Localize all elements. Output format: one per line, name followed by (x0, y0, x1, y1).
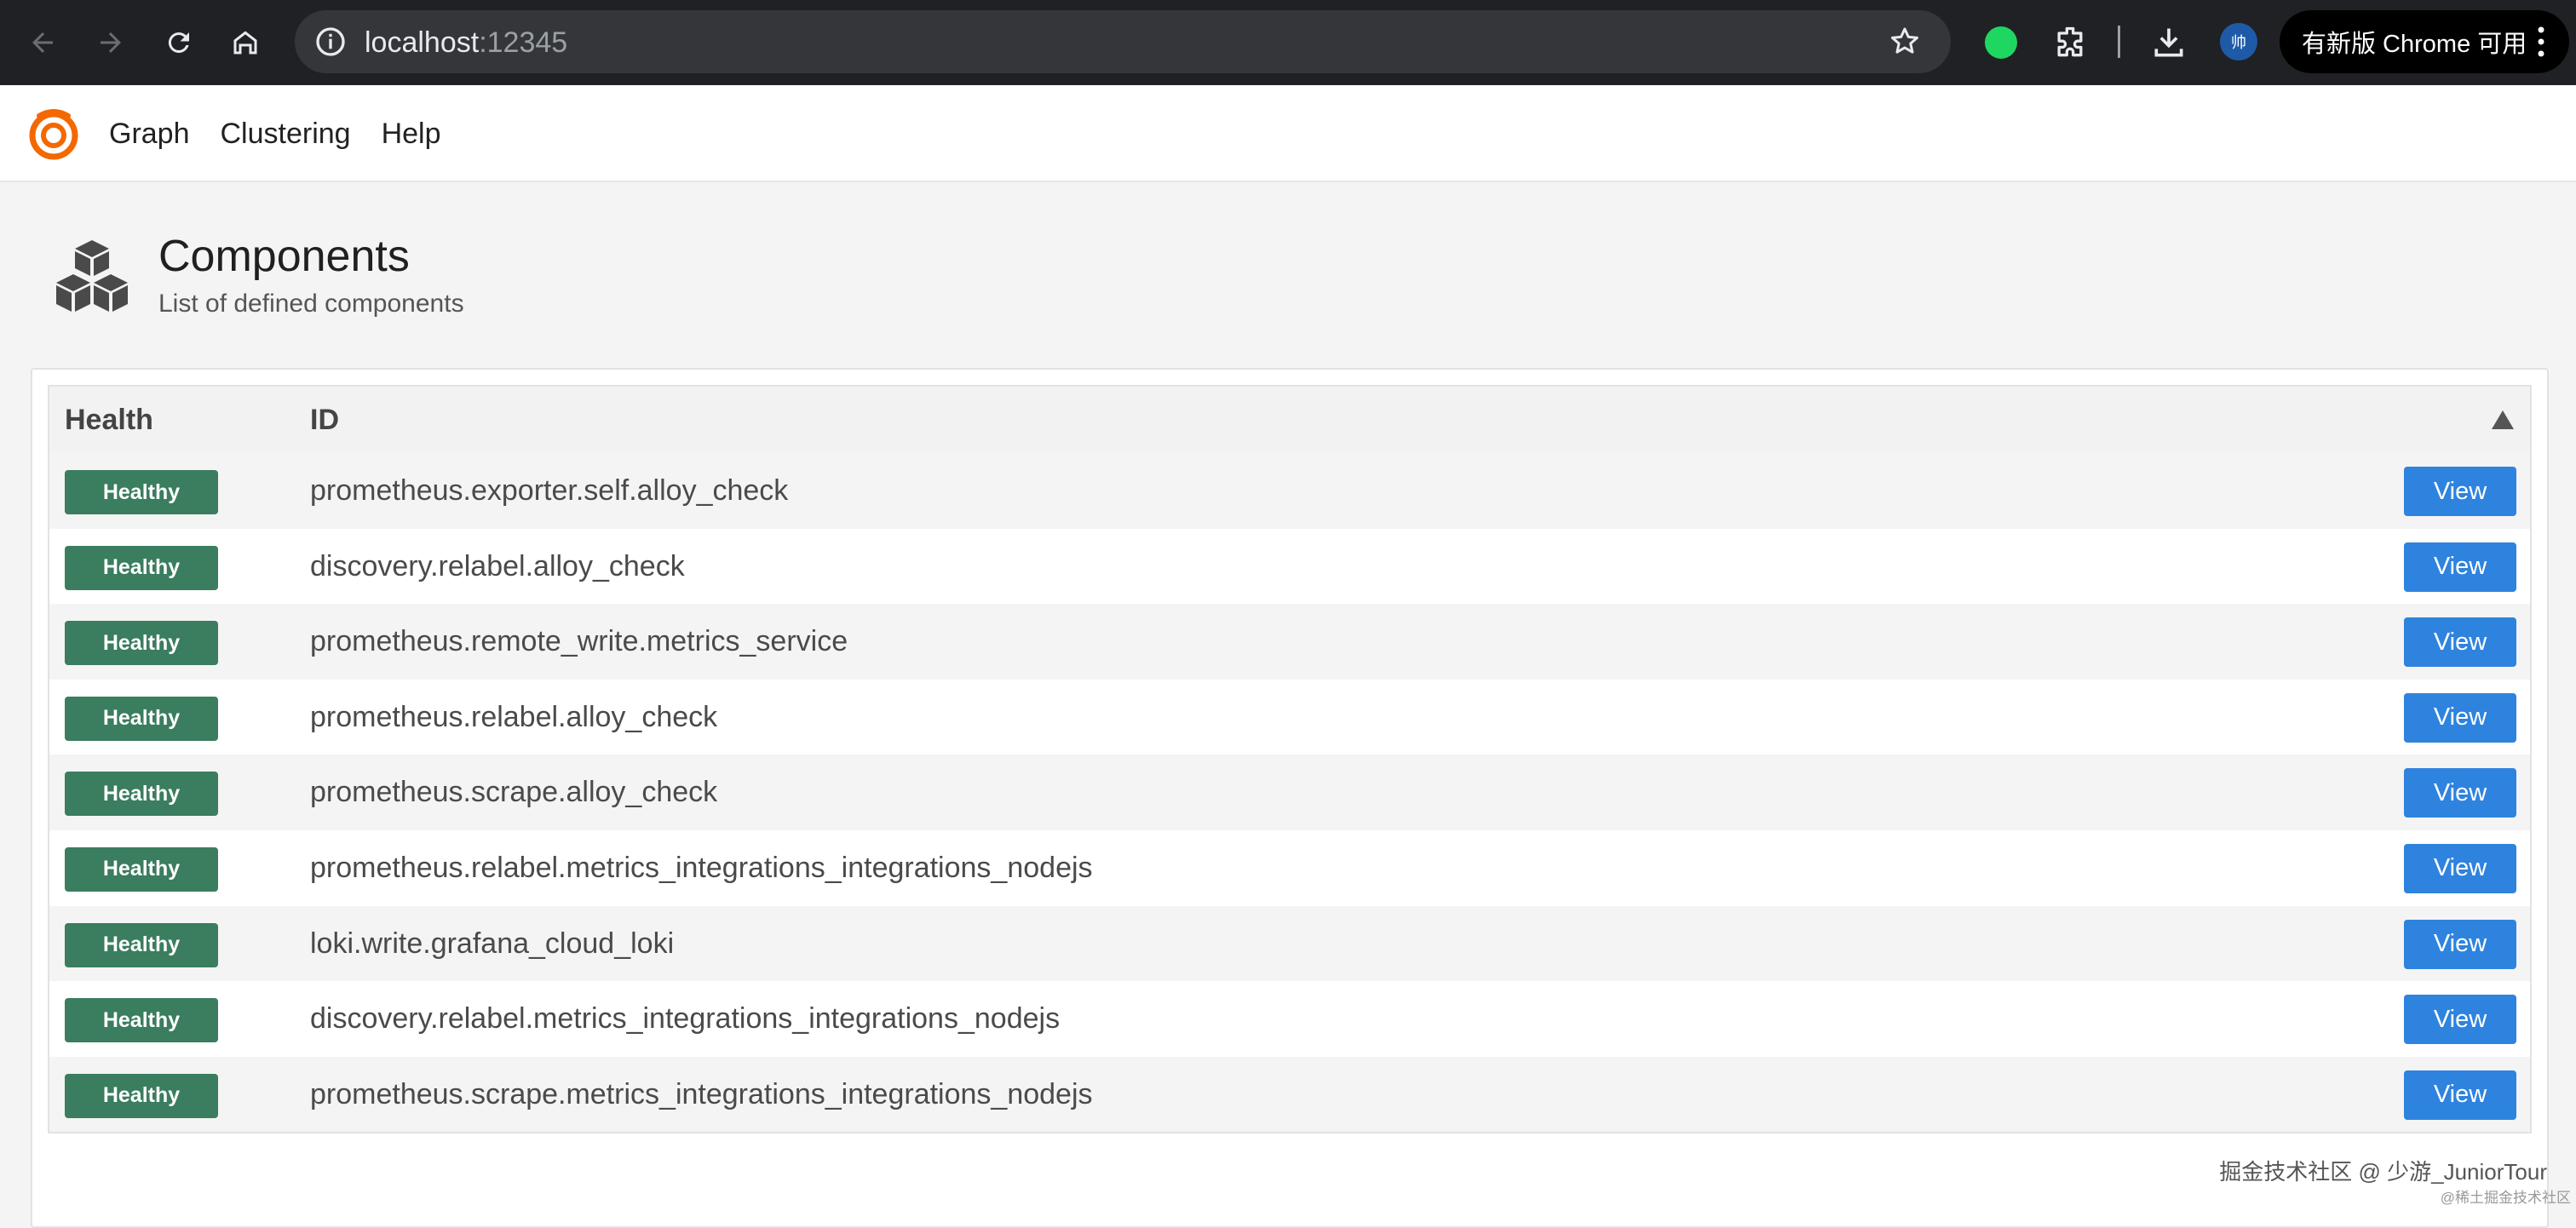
reload-icon (168, 32, 189, 54)
view-button[interactable]: View (2404, 617, 2516, 668)
home-button[interactable] (225, 22, 266, 63)
component-id: loki.write.grafana_cloud_loki (310, 927, 675, 960)
arrow-right-icon (101, 32, 121, 53)
table-row: Healthy prometheus.exporter.self.alloy_ch… (49, 453, 2530, 529)
reload-button[interactable] (158, 22, 199, 63)
view-button[interactable]: View (2404, 995, 2516, 1045)
url-host: localhost (365, 26, 480, 59)
page-subtitle: List of defined components (158, 290, 464, 318)
view-button[interactable]: View (2404, 1070, 2516, 1120)
column-id[interactable]: ID (310, 387, 339, 453)
alloy-logo-icon[interactable] (27, 107, 80, 160)
watermark-sub: @稀土掘金技术社区 (2440, 1190, 2571, 1206)
url-text[interactable]: localhost:12345 (365, 26, 567, 60)
health-badge: Healthy (65, 846, 218, 892)
table-row: Healthy prometheus.remote_write.metrics_s… (49, 604, 2530, 680)
extensions-puzzle-icon[interactable] (2051, 24, 2089, 61)
table-row: Healthy prometheus.relabel.metrics_integr… (49, 829, 2530, 906)
arrow-left-icon (32, 32, 53, 53)
app-header: Graph Clustering Help (0, 85, 2576, 182)
extension-status-icon[interactable] (1985, 26, 2017, 59)
app-nav: Graph Clustering Help (109, 85, 441, 182)
table-row: Healthy prometheus.relabel.alloy_check Vie… (49, 679, 2530, 755)
component-id: prometheus.relabel.alloy_check (310, 700, 718, 733)
site-info-icon[interactable] (313, 25, 348, 59)
view-button[interactable]: View (2404, 768, 2516, 818)
nav-graph[interactable]: Graph (109, 118, 190, 151)
column-health[interactable]: Health (65, 387, 153, 453)
component-id: prometheus.exporter.self.alloy_check (310, 474, 789, 507)
components-table: Health ID Healthy prometheus.exporter.sel… (48, 385, 2532, 1134)
bookmark-star-icon[interactable] (1888, 25, 1922, 59)
profile-avatar[interactable]: 帅 (2220, 23, 2257, 60)
forward-button[interactable] (90, 22, 131, 63)
chrome-update-button[interactable]: 有新版 Chrome 可用 (2280, 10, 2569, 73)
watermark: 掘金技术社区 @ 少游_JuniorTour (2219, 1159, 2547, 1185)
table-row: Healthy discovery.relabel.alloy_check View (49, 528, 2530, 605)
view-button[interactable]: View (2404, 692, 2516, 743)
download-icon[interactable] (2150, 24, 2188, 61)
component-id: discovery.relabel.alloy_check (310, 549, 685, 582)
view-button[interactable]: View (2404, 919, 2516, 969)
component-id: prometheus.relabel.metrics_integrations_… (310, 851, 1093, 884)
table-body: Healthy prometheus.exporter.self.alloy_ch… (49, 453, 2530, 1133)
page-title: Components (158, 232, 410, 281)
nav-clustering[interactable]: Clustering (221, 118, 351, 151)
cubes-icon (56, 240, 128, 312)
component-id: prometheus.scrape.alloy_check (310, 776, 718, 809)
view-button[interactable]: View (2404, 467, 2516, 516)
table-row: Healthy prometheus.scrape.metrics_integra… (49, 1056, 2530, 1133)
health-badge: Healthy (65, 470, 218, 514)
url-port: :12345 (479, 26, 568, 59)
component-id: prometheus.remote_write.metrics_service (310, 625, 848, 658)
view-button[interactable]: View (2404, 843, 2516, 893)
health-badge: Healthy (65, 621, 218, 666)
back-button[interactable] (22, 22, 63, 63)
home-icon (233, 31, 257, 55)
nav-help[interactable]: Help (382, 118, 441, 151)
health-badge: Healthy (65, 998, 218, 1043)
browser-toolbar: localhost:12345 帅 有新版 Chrome 可用 (0, 0, 2576, 85)
table-header: Health ID (49, 387, 2530, 453)
health-badge: Healthy (65, 696, 218, 741)
health-badge: Healthy (65, 545, 218, 590)
more-vert-icon (2538, 26, 2544, 57)
address-bar[interactable]: localhost:12345 (295, 10, 1951, 73)
toolbar-separator (2118, 26, 2120, 58)
health-badge: Healthy (65, 772, 218, 817)
sort-ascending-icon[interactable] (2491, 409, 2515, 431)
health-badge: Healthy (65, 1073, 218, 1118)
table-row: Healthy loki.write.grafana_cloud_loki View (49, 905, 2530, 982)
view-button[interactable]: View (2404, 542, 2516, 592)
component-id: prometheus.scrape.metrics_integrations_i… (310, 1077, 1093, 1110)
table-row: Healthy prometheus.scrape.alloy_check View (49, 755, 2530, 830)
table-row: Healthy discovery.relabel.metrics_integra… (49, 981, 2530, 1057)
health-badge: Healthy (65, 922, 218, 967)
update-label: 有新版 Chrome 可用 (2302, 31, 2527, 58)
component-id: discovery.relabel.metrics_integrations_i… (310, 1002, 1061, 1036)
